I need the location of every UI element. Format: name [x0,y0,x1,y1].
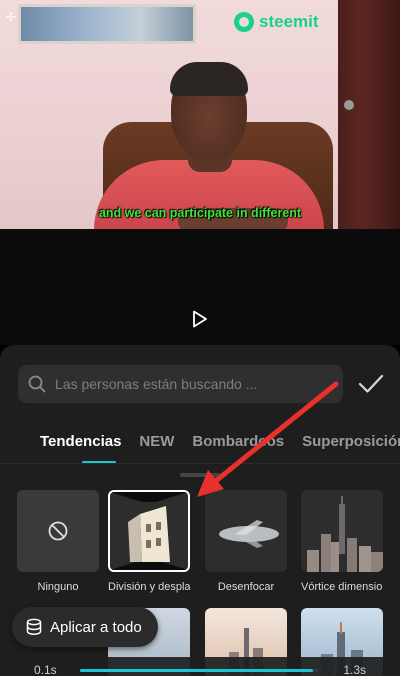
confirm-check-icon[interactable] [358,373,384,395]
play-icon [193,310,207,328]
effect-item-ninguno[interactable]: Ninguno [17,490,99,593]
effect-label: Vórtice dimensional [301,581,383,593]
building-preview [110,492,188,570]
video-preview[interactable]: ✢ steemit and we can participate in diff… [0,0,400,229]
duration-min-label: 0.1s [34,663,57,676]
door [338,0,400,229]
steemit-logo-icon [234,12,254,32]
prohibited-icon [48,521,68,541]
layers-icon [26,618,42,635]
skyline-preview [307,496,383,572]
effect-label: Desenfocar [217,581,275,593]
effect-item-vortice[interactable]: Vórtice dimensional [301,490,383,593]
search-bar[interactable] [18,365,343,403]
door-knob [344,100,354,110]
brand-name: steemit [259,12,319,31]
capcut-logo-icon: ✢ [6,10,17,24]
transitions-panel: Tendencias NEW Bombardeos Superposición … [0,345,400,676]
search-icon [28,375,46,393]
effect-thumbnail [108,490,190,572]
apply-to-all-button[interactable]: Aplicar a todo [12,607,158,647]
sheet-grip[interactable] [180,473,220,477]
play-button[interactable] [188,307,212,331]
category-tabs: Tendencias NEW Bombardeos Superposición [0,421,400,461]
wall-painting [18,4,196,44]
duration-slider[interactable]: 0.1s 1.3s [0,657,400,676]
tab-bombardeos[interactable]: Bombardeos [192,433,284,450]
search-input[interactable] [55,376,325,392]
duration-track[interactable] [80,669,318,672]
plane-preview [219,520,279,548]
speaker-hair [170,62,248,96]
brand-watermark: steemit [234,12,319,32]
effect-thumbnail [301,490,383,572]
effect-item-desenfocar[interactable]: Desenfocar [205,490,287,593]
duration-max-label: 1.3s [343,663,366,676]
apply-to-all-label: Aplicar a todo [50,618,142,636]
duration-fill [80,669,314,672]
video-subtitle: and we can participate in different [98,206,302,220]
tabs-divider [0,463,400,464]
effect-label: Ninguno [37,581,79,593]
tab-superposicion[interactable]: Superposición [302,433,400,450]
player-strip [0,229,400,345]
effect-label: División y desplazamiento [108,581,190,593]
effect-item-division[interactable]: División y desplazamiento [108,490,190,593]
effects-grid: Ninguno División y desplazamiento [0,490,400,600]
effect-thumbnail [17,490,99,572]
tab-tendencias[interactable]: Tendencias [40,433,121,450]
tab-new[interactable]: NEW [139,433,174,450]
effect-thumbnail [205,490,287,572]
